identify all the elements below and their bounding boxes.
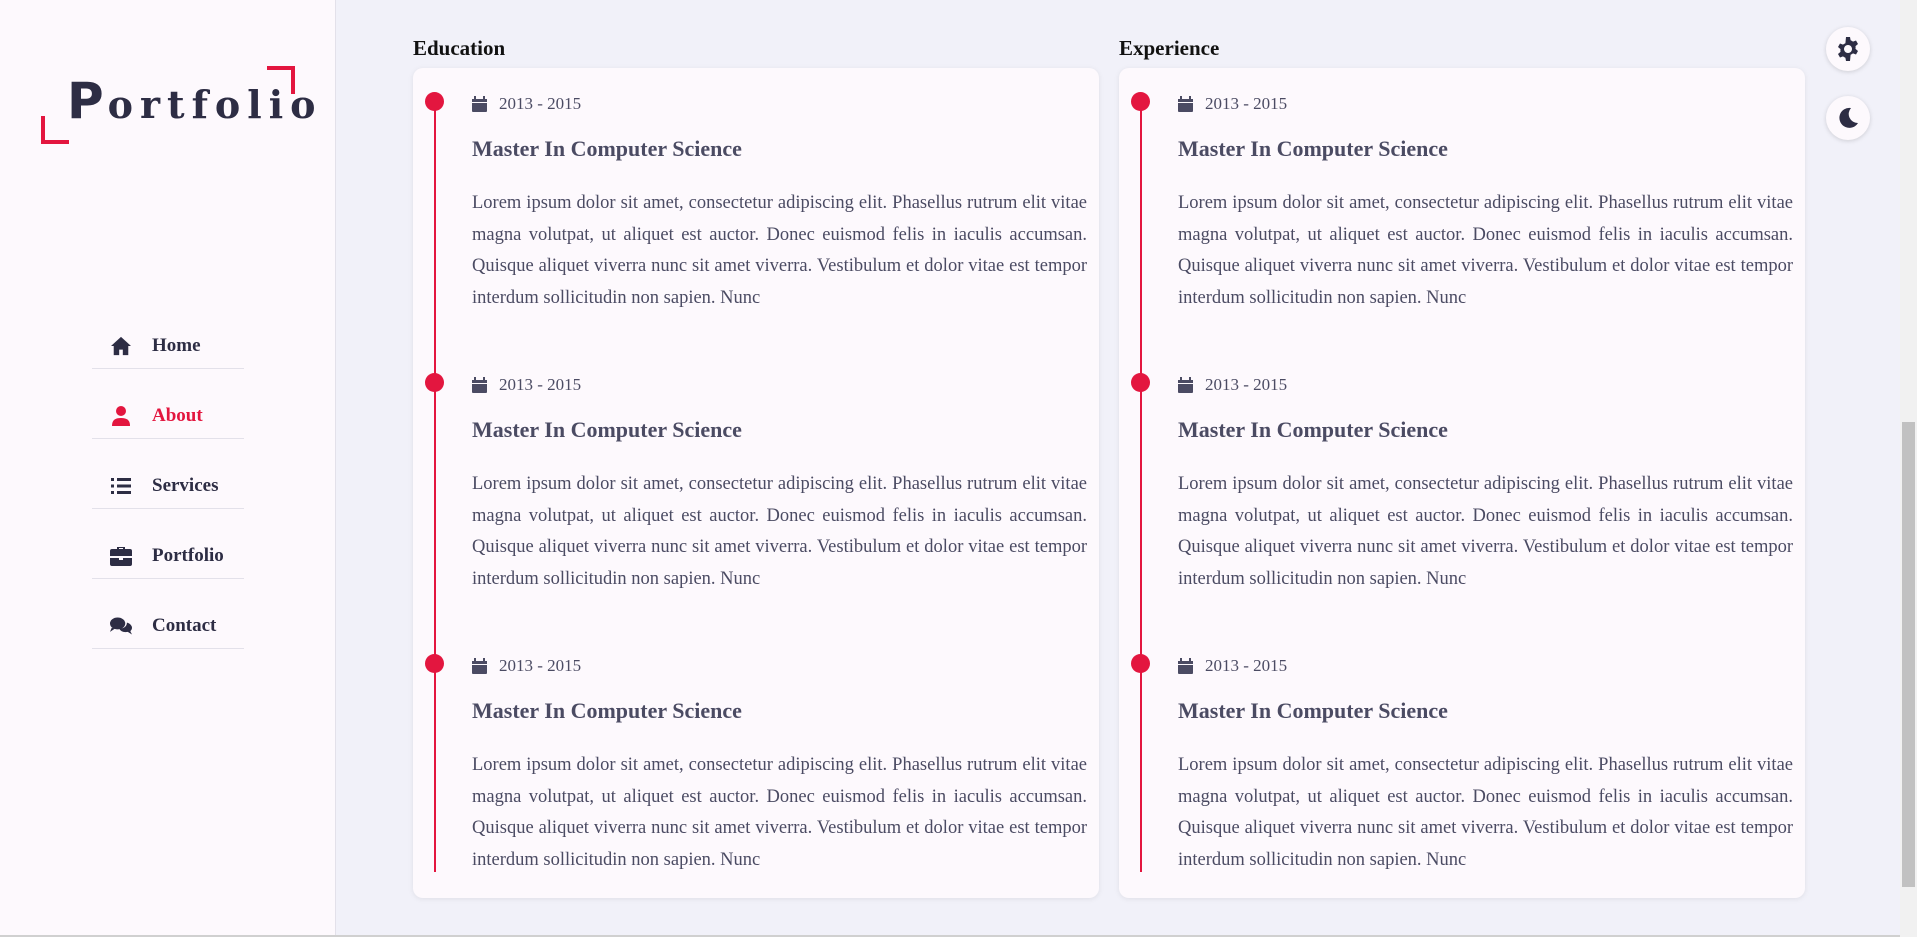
scrollbar-thumb[interactable]: [1902, 422, 1915, 887]
settings-button[interactable]: [1826, 27, 1870, 71]
logo-text: Portfolio: [67, 72, 323, 130]
education-heading: Education: [413, 36, 506, 60]
entry-description: Lorem ipsum dolor sit amet, consectetur …: [1178, 755, 1793, 870]
calendar-icon: [1178, 658, 1193, 674]
calendar-icon: [1178, 377, 1193, 393]
entry-description: Lorem ipsum dolor sit amet, consectetur …: [472, 755, 1087, 870]
nav-item-contact[interactable]: Contact: [92, 604, 244, 649]
nav-item-services[interactable]: Services: [92, 464, 244, 509]
comments-icon: [110, 615, 132, 637]
date-text: 2013 - 2015: [1205, 656, 1288, 675]
user-icon: [110, 405, 132, 427]
date-text: 2013 - 2015: [1205, 94, 1288, 113]
entry-title: Master In Computer Science: [1178, 417, 1448, 442]
entry-title: Master In Computer Science: [472, 698, 742, 723]
entry-date: 2013 - 2015: [1178, 375, 1287, 395]
nav-item-home[interactable]: Home: [92, 324, 244, 369]
entry-description: Lorem ipsum dolor sit amet, consectetur …: [1178, 474, 1793, 589]
experience-card: 2013 - 2015 Master In Computer Science L…: [1119, 68, 1805, 898]
entry-title: Master In Computer Science: [1178, 698, 1448, 723]
date-text: 2013 - 2015: [499, 656, 582, 675]
calendar-icon: [1178, 96, 1193, 112]
vertical-scrollbar[interactable]: [1900, 0, 1917, 937]
nav-label: About: [152, 405, 203, 426]
nav-item-about[interactable]: About: [92, 394, 244, 439]
sidebar: Portfolio Home About Services Portfolio: [0, 0, 336, 937]
entry-date: 2013 - 2015: [472, 656, 581, 676]
timeline-dot: [425, 373, 444, 392]
moon-icon: [1837, 107, 1859, 129]
gear-icon: [1836, 37, 1860, 61]
calendar-icon: [472, 377, 487, 393]
nav-label: Home: [152, 335, 201, 356]
entry-description: Lorem ipsum dolor sit amet, consectetur …: [472, 193, 1087, 308]
entry-title: Master In Computer Science: [1178, 136, 1448, 161]
experience-heading: Experience: [1119, 36, 1220, 60]
timeline-line: [434, 102, 436, 872]
entry-date: 2013 - 2015: [1178, 94, 1287, 114]
sidebar-nav: Home About Services Portfolio Contact: [92, 324, 244, 674]
date-text: 2013 - 2015: [499, 375, 582, 394]
entry-description: Lorem ipsum dolor sit amet, consectetur …: [1178, 193, 1793, 308]
entry-date: 2013 - 2015: [1178, 656, 1287, 676]
timeline-dot: [1131, 654, 1150, 673]
nav-label: Contact: [152, 615, 217, 636]
logo[interactable]: Portfolio: [41, 66, 315, 144]
nav-label: Portfolio: [152, 545, 224, 566]
education-card: 2013 - 2015 Master In Computer Science L…: [413, 68, 1099, 898]
entry-title: Master In Computer Science: [472, 417, 742, 442]
calendar-icon: [472, 658, 487, 674]
date-text: 2013 - 2015: [1205, 375, 1288, 394]
timeline-dot: [425, 92, 444, 111]
timeline-dot: [425, 654, 444, 673]
timeline-dot: [1131, 373, 1150, 392]
entry-title: Master In Computer Science: [472, 136, 742, 161]
date-text: 2013 - 2015: [499, 94, 582, 113]
nav-item-portfolio[interactable]: Portfolio: [92, 534, 244, 579]
entry-date: 2013 - 2015: [472, 375, 581, 395]
entry-date: 2013 - 2015: [472, 94, 581, 114]
timeline-dot: [1131, 92, 1150, 111]
dark-mode-toggle[interactable]: [1826, 96, 1870, 140]
home-icon: [110, 335, 132, 357]
calendar-icon: [472, 96, 487, 112]
logo-corner-bracket: [41, 116, 69, 144]
briefcase-icon: [110, 545, 132, 567]
entry-description: Lorem ipsum dolor sit amet, consectetur …: [472, 474, 1087, 589]
timeline-line: [1140, 102, 1142, 872]
nav-label: Services: [152, 475, 219, 496]
list-icon: [110, 475, 132, 497]
